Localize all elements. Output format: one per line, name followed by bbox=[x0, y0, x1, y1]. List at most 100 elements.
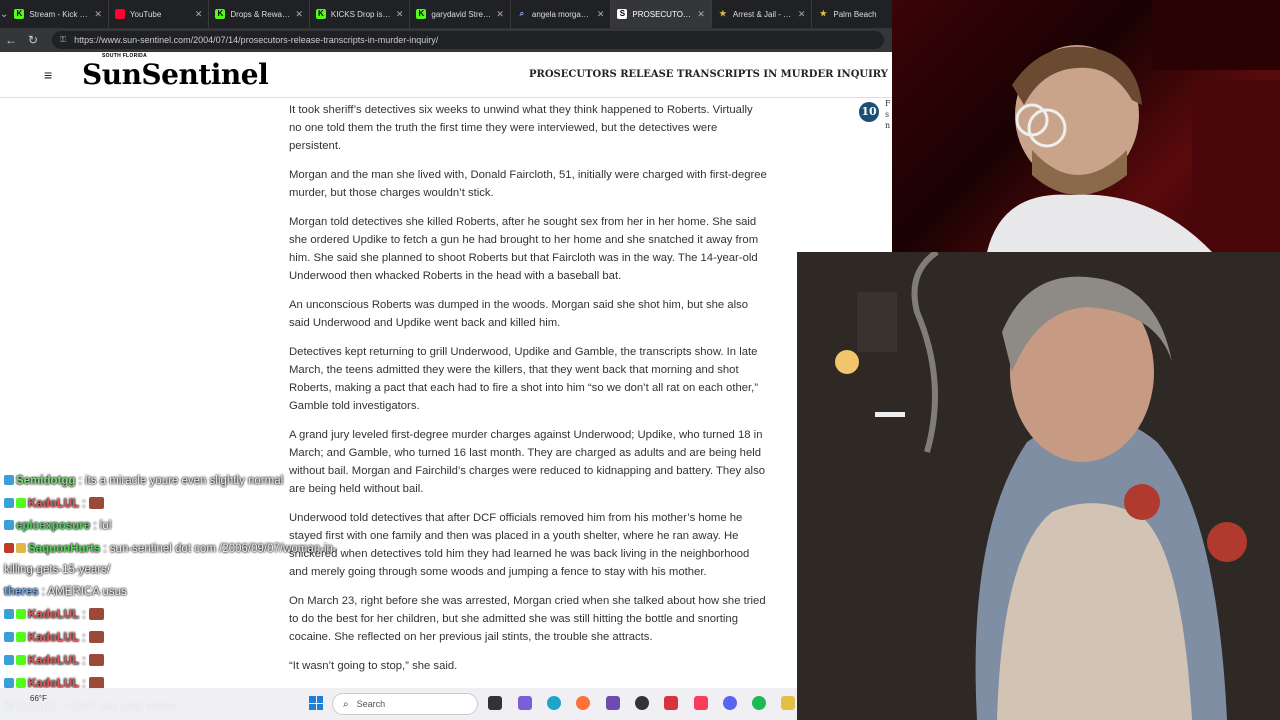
chat-message: KadoLUL : bbox=[4, 497, 104, 511]
reload-icon[interactable]: ↻ bbox=[22, 33, 44, 47]
chat-message: theres : AMERICA usus bbox=[4, 585, 127, 599]
chat-badge-icon bbox=[4, 655, 14, 665]
browser-tab[interactable]: Kgarydavid Stream ✕ bbox=[410, 0, 511, 28]
article-paragraph: Detectives kept returning to grill Under… bbox=[289, 346, 759, 412]
article-paragraph: Morgan and the man she lived with, Donal… bbox=[289, 169, 767, 199]
discord-icon[interactable] bbox=[723, 696, 737, 710]
file-explorer-icon[interactable] bbox=[781, 696, 795, 710]
chat-username[interactable]: theres bbox=[4, 586, 39, 598]
chat-separator: : bbox=[100, 543, 110, 555]
chat-separator: : bbox=[79, 609, 89, 621]
browser-tab[interactable]: YouTube ✕ bbox=[109, 0, 210, 28]
browser-tab[interactable]: K Drops & Rewards ✕ bbox=[209, 0, 310, 28]
tab-close-icon[interactable]: ✕ bbox=[396, 9, 404, 20]
tab-title: angela morgan w bbox=[531, 9, 593, 19]
chat-emote-icon bbox=[88, 608, 104, 620]
copilot-icon[interactable] bbox=[518, 696, 532, 710]
chat-username[interactable]: epicexposure bbox=[16, 520, 90, 532]
header-article-title: PROSECUTORS RELEASE TRANSCRIPTS IN MURDE… bbox=[529, 69, 888, 80]
trending-item-text[interactable]: Fsn bbox=[885, 98, 891, 131]
chat-message: KadoLUL : bbox=[4, 654, 104, 668]
chat-message: KadoLUL : bbox=[4, 631, 104, 645]
chat-badge-icon bbox=[4, 543, 14, 553]
browser-tab[interactable]: ★Palm Beach✕ bbox=[812, 0, 892, 28]
chat-separator: : bbox=[75, 475, 86, 487]
url-text: https://www.sun-sentinel.com/2004/07/14/… bbox=[74, 35, 439, 45]
chat-message: killing-gets-15-years/ bbox=[4, 563, 110, 577]
tab-close-icon[interactable]: ✕ bbox=[295, 9, 303, 20]
tab-close-icon[interactable]: ✕ bbox=[496, 9, 504, 20]
chat-emote-icon bbox=[88, 631, 104, 643]
chat-username[interactable]: Semidotgg bbox=[16, 475, 75, 487]
chat-emote-icon bbox=[88, 654, 104, 666]
chat-badge-icon bbox=[4, 609, 14, 619]
tab-title: Arrest & Jail - Palm bbox=[732, 9, 794, 19]
tab-list: K Stream - Kick Dash ✕ YouTube ✕ K Drops & Rew… bbox=[8, 0, 892, 28]
shelf-shape bbox=[1152, 0, 1280, 70]
patch-badge bbox=[1124, 484, 1160, 520]
chat-text: killing-gets-15-years/ bbox=[4, 564, 111, 576]
app-icon-red[interactable] bbox=[664, 696, 678, 710]
tab-title: Drops & Rewards bbox=[230, 9, 292, 19]
chat-message: Semidotgg : its a miracle youre even sli… bbox=[4, 474, 283, 488]
chat-text: AMERICA usus bbox=[47, 586, 127, 598]
browser-tab[interactable]: K KICKS Drop is here ✕ bbox=[310, 0, 411, 28]
chat-username[interactable]: KadoLUL bbox=[28, 609, 79, 621]
youtube-icon bbox=[114, 9, 125, 19]
streamer-hoodie bbox=[987, 194, 1212, 252]
woman-smoking-image bbox=[797, 252, 1280, 720]
kick-icon: K bbox=[14, 9, 25, 19]
hamburger-menu-icon[interactable]: ≡ bbox=[44, 67, 58, 83]
streamer-webcam-image bbox=[987, 0, 1280, 252]
wall-fixture bbox=[857, 292, 897, 352]
tab-title: KICKS Drop is here bbox=[330, 9, 392, 19]
chair-shape bbox=[1192, 80, 1280, 252]
trending-number-badge[interactable]: 10 bbox=[859, 102, 879, 122]
chat-username[interactable]: KadoLUL bbox=[28, 632, 79, 644]
browser-tab[interactable]: ★ Arrest & Jail - Palm ✕ bbox=[712, 0, 813, 28]
chat-badge-icon bbox=[4, 498, 14, 508]
chat-message: epicexposure : lol bbox=[4, 519, 111, 533]
weather-widget[interactable]: 66°F bbox=[30, 694, 47, 703]
chat-separator: : bbox=[79, 655, 89, 667]
tab-search-menu-icon[interactable]: ⌄ bbox=[0, 0, 8, 28]
site-info-icon[interactable]: ⚿ bbox=[60, 35, 66, 45]
chat-overlay: Semidotgg : its a miracle youre even sli… bbox=[0, 470, 540, 720]
tab-title: garydavid Stream bbox=[431, 9, 493, 19]
streaming-app-icon[interactable] bbox=[606, 696, 620, 710]
task-view-icon[interactable] bbox=[488, 696, 502, 710]
windows-start-icon[interactable] bbox=[309, 696, 323, 710]
windows-taskbar: 66°F ⌕ Search bbox=[0, 688, 797, 720]
tab-close-icon[interactable]: ✕ bbox=[94, 9, 102, 20]
spotify-icon[interactable] bbox=[752, 696, 766, 710]
tab-close-icon[interactable]: ✕ bbox=[697, 9, 705, 20]
browser-tab[interactable]: ⌕ angela morgan w ✕ bbox=[511, 0, 612, 28]
lucky-strike-patch bbox=[1207, 522, 1247, 562]
edge-icon[interactable] bbox=[547, 696, 561, 710]
kick-icon: K bbox=[416, 9, 427, 19]
logo-subtitle: SOUTH FLORIDA bbox=[102, 53, 148, 59]
kick-icon: K bbox=[315, 9, 326, 19]
browser-tab[interactable]: S PROSECUTORS RE✕ bbox=[611, 0, 712, 28]
tab-close-icon[interactable]: ✕ bbox=[597, 9, 605, 20]
chat-username[interactable]: SaquonHurts bbox=[28, 543, 100, 555]
search-icon: ⌕ bbox=[343, 698, 349, 710]
tab-title: YouTube bbox=[129, 9, 162, 19]
obs-icon[interactable] bbox=[635, 696, 649, 710]
webcam-feed bbox=[892, 0, 1280, 252]
chat-username[interactable]: KadoLUL bbox=[28, 655, 79, 667]
tab-title: Stream - Kick Dash bbox=[29, 9, 90, 19]
browser-tab[interactable]: K Stream - Kick Dash ✕ bbox=[8, 0, 109, 28]
sun-sentinel-logo[interactable]: SOUTH FLORIDA SunSentinel bbox=[82, 53, 269, 91]
search-icon: ⌕ bbox=[519, 9, 525, 18]
back-arrow-icon[interactable]: ← bbox=[0, 33, 22, 47]
chat-message: SaquonHurts : sun-sentinel dot com /2006… bbox=[4, 542, 337, 556]
tab-close-icon[interactable]: ✕ bbox=[195, 9, 203, 20]
chat-username[interactable]: KadoLUL bbox=[28, 498, 79, 510]
logo-text: SunSentinel bbox=[82, 58, 269, 91]
url-field[interactable]: ⚿ https://www.sun-sentinel.com/2004/07/1… bbox=[52, 31, 884, 49]
itunes-icon[interactable] bbox=[694, 696, 708, 710]
tab-close-icon[interactable]: ✕ bbox=[798, 9, 806, 20]
taskbar-search-box[interactable]: ⌕ Search bbox=[332, 693, 478, 715]
firefox-icon[interactable] bbox=[576, 696, 590, 710]
